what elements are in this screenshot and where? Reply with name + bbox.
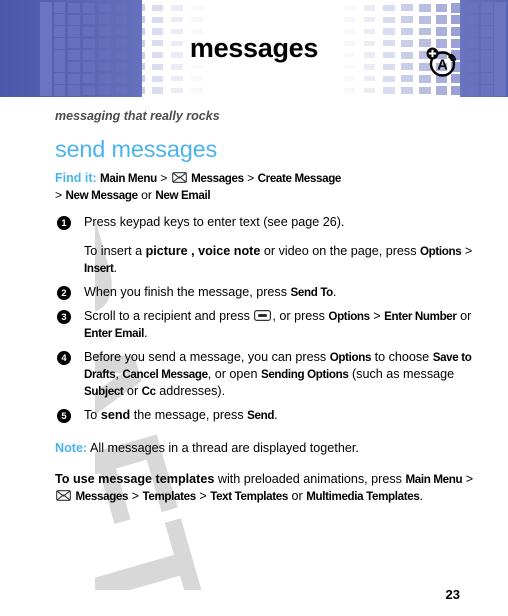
- svg-text:A: A: [437, 58, 448, 74]
- body-text: or: [123, 384, 142, 398]
- ui-label-text: Insert: [84, 262, 114, 275]
- ui-label-text: Enter Email: [84, 327, 144, 340]
- center-select-key-icon: [254, 309, 272, 322]
- find-it-or: or: [141, 188, 152, 202]
- body-text: .: [113, 261, 117, 275]
- body-text: >: [369, 309, 385, 323]
- step-number-badge: 5: [57, 409, 71, 423]
- find-it-sep-2: >: [247, 171, 255, 185]
- step-item: 3 Scroll to a recipient and press , or pr…: [57, 308, 482, 349]
- page-subtitle: messaging that really rocks: [55, 109, 220, 123]
- find-it-path: Find it: Main Menu > Messages > Create M…: [55, 170, 453, 204]
- step-number-badge: 3: [57, 310, 71, 324]
- ui-label-text: Sending Options: [260, 368, 349, 381]
- envelope-icon: [171, 171, 187, 183]
- step-item: 4 Before you send a message, you can pres…: [57, 349, 482, 407]
- find-it-main-menu: Main Menu: [100, 172, 157, 185]
- step-paragraph: To send the message, press Send.: [84, 407, 482, 424]
- step-paragraph: Press keypad keys to enter text (see pag…: [84, 214, 482, 231]
- step-item: 1 Press keypad keys to enter text (see pa…: [57, 214, 482, 284]
- step-item: 5 To send the message, press Send.: [57, 407, 482, 431]
- find-it-label: Find it:: [55, 171, 97, 185]
- ui-label-text: Cc: [141, 385, 156, 398]
- ui-label-text: Templates: [142, 490, 197, 503]
- body-text: >: [462, 472, 474, 486]
- ui-label-text: Text Templates: [210, 490, 288, 503]
- body-text: , or open: [207, 367, 261, 381]
- step-paragraph: When you finish the message, press Send …: [84, 284, 482, 301]
- note-text: All messages in a thread are displayed t…: [87, 441, 359, 455]
- body-text: addresses).: [155, 384, 226, 398]
- page-number: 23: [445, 587, 460, 602]
- step-number-badge: 1: [57, 216, 71, 230]
- emphasis-text: To use message templates: [55, 472, 215, 486]
- step-number-badge: 4: [57, 351, 71, 365]
- body-text: .: [332, 285, 337, 299]
- body-text: When you finish the message, press: [84, 285, 291, 299]
- step-item: 2 When you finish the message, press Send…: [57, 284, 482, 308]
- find-it-messages: Messages: [191, 172, 244, 185]
- step-paragraph: Before you send a message, you can press…: [84, 349, 482, 400]
- body-text: or: [288, 489, 307, 503]
- page-content: messaging that really rocks send message…: [0, 97, 508, 505]
- ui-label-text: Messages: [75, 490, 129, 503]
- ui-label-text: Enter Number: [384, 310, 457, 323]
- step-number-badge: 2: [57, 286, 71, 300]
- find-it-sep-1: >: [160, 171, 168, 185]
- manual-page: DRAFT messages A messaging that really r…: [0, 0, 508, 616]
- ui-label-text: Options: [420, 245, 462, 258]
- ui-label-text: Multimedia Templates: [306, 490, 420, 503]
- ui-label-text: Options: [328, 310, 370, 323]
- body-text: >: [195, 489, 211, 503]
- find-it-sep-3: >: [55, 188, 63, 202]
- ui-label-text: Send: [247, 409, 275, 422]
- body-text: to choose: [371, 350, 433, 364]
- body-text: Before you send a message, you can press: [84, 350, 330, 364]
- ui-label-text: Cancel Message: [122, 368, 208, 381]
- body-text: .: [419, 489, 423, 503]
- note-label: Note:: [55, 441, 88, 455]
- body-text: To: [84, 408, 101, 422]
- body-text: .: [274, 408, 278, 422]
- body-text: Press keypad keys to enter text (see pag…: [84, 215, 345, 229]
- voice-record-plus-icon: A: [424, 45, 458, 79]
- emphasis-text: send: [100, 408, 131, 422]
- note-block: Note: All messages in a thread are displ…: [55, 440, 482, 457]
- envelope-icon: [56, 489, 71, 501]
- ui-label-text: Send To: [290, 286, 334, 299]
- body-text: or: [456, 309, 472, 323]
- body-text: Scroll to a recipient and press: [84, 309, 254, 323]
- ui-label-text: Options: [329, 351, 372, 364]
- step-paragraph: Scroll to a recipient and press , or pre…: [84, 308, 482, 342]
- ui-label-text: Main Menu: [405, 473, 463, 486]
- body-text: the message, press: [130, 408, 248, 422]
- body-text: or video on the page, press: [260, 244, 421, 258]
- body-text: >: [461, 244, 473, 258]
- section-heading: send messages: [55, 136, 217, 162]
- body-text: (such as message: [348, 367, 455, 381]
- find-it-new-email: New Email: [155, 189, 211, 202]
- instruction-steps: 1 Press keypad keys to enter text (see pa…: [0, 214, 508, 431]
- emphasis-text: picture , voice note: [145, 244, 261, 258]
- find-it-create-message: Create Message: [257, 172, 342, 185]
- ui-label-text: Subject: [84, 385, 124, 398]
- body-text: with preloaded animations, press: [214, 472, 406, 486]
- body-text: , or press: [272, 309, 329, 323]
- find-it-new-message: New Message: [65, 189, 139, 202]
- body-text: >: [128, 489, 143, 503]
- step-paragraph: To insert a picture , voice note or vide…: [84, 243, 482, 277]
- body-text: To insert a: [84, 244, 146, 258]
- templates-paragraph: To use message templates with preloaded …: [55, 471, 482, 505]
- body-text: .: [143, 326, 148, 340]
